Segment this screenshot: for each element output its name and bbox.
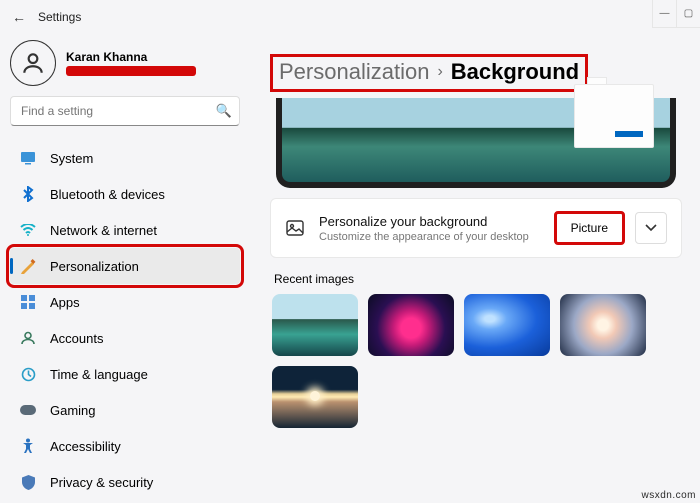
nav-accessibility[interactable]: Accessibility xyxy=(10,428,240,464)
picture-icon xyxy=(285,218,305,238)
apps-icon xyxy=(20,294,36,310)
recent-image-4[interactable] xyxy=(560,294,646,356)
nav-label: Gaming xyxy=(50,403,96,418)
system-icon xyxy=(20,150,36,166)
watermark: wsxdn.com xyxy=(641,490,696,501)
personalize-background-card[interactable]: Personalize your background Customize th… xyxy=(270,198,682,258)
accounts-icon xyxy=(20,330,36,346)
wifi-icon xyxy=(20,222,36,238)
privacy-icon xyxy=(20,474,36,490)
nav-label: Bluetooth & devices xyxy=(50,187,165,202)
nav-gaming[interactable]: Gaming xyxy=(10,392,240,428)
nav-accounts[interactable]: Accounts xyxy=(10,320,240,356)
background-type-value[interactable]: Picture xyxy=(554,211,625,245)
personalization-icon xyxy=(20,258,36,274)
back-button[interactable]: ← xyxy=(0,9,38,25)
breadcrumb-current: Background xyxy=(451,59,579,85)
nav-system[interactable]: System xyxy=(10,140,240,176)
nav-label: Privacy & security xyxy=(50,475,153,490)
chevron-down-icon xyxy=(645,224,657,232)
recent-image-3[interactable] xyxy=(464,294,550,356)
nav-label: Apps xyxy=(50,295,80,310)
nav-label: System xyxy=(50,151,93,166)
nav-label: Accounts xyxy=(50,331,103,346)
background-type-dropdown[interactable] xyxy=(635,212,667,244)
recent-image-5[interactable] xyxy=(272,366,358,428)
desktop-preview xyxy=(276,98,676,188)
accessibility-icon xyxy=(20,438,36,454)
user-email-redacted xyxy=(66,66,196,76)
user-profile[interactable]: Karan Khanna xyxy=(10,40,240,86)
window-title: Settings xyxy=(38,10,81,24)
time-icon xyxy=(20,366,36,382)
nav-label: Network & internet xyxy=(50,223,157,238)
nav-label: Time & language xyxy=(50,367,148,382)
chevron-right-icon: › xyxy=(437,63,442,81)
gaming-icon xyxy=(20,402,36,418)
nav-label: Personalization xyxy=(50,259,139,274)
search-icon: 🔍 xyxy=(216,103,232,119)
minimize-button[interactable]: — xyxy=(652,0,676,28)
recent-image-1[interactable] xyxy=(272,294,358,356)
maximize-button[interactable]: ▢ xyxy=(676,0,700,28)
breadcrumb-parent[interactable]: Personalization xyxy=(279,59,429,85)
nav-network[interactable]: Network & internet xyxy=(10,212,240,248)
recent-images-grid xyxy=(270,294,682,428)
breadcrumb: Personalization › Background xyxy=(270,54,588,92)
nav-apps[interactable]: Apps xyxy=(10,284,240,320)
nav-privacy[interactable]: Privacy & security xyxy=(10,464,240,500)
search-input[interactable] xyxy=(10,96,240,126)
nav-time[interactable]: Time & language xyxy=(10,356,240,392)
card-subtitle: Customize the appearance of your desktop xyxy=(319,231,554,243)
avatar xyxy=(10,40,56,86)
card-title: Personalize your background xyxy=(319,214,554,229)
user-name: Karan Khanna xyxy=(66,50,196,64)
nav-personalization[interactable]: Personalization xyxy=(10,248,240,284)
recent-images-label: Recent images xyxy=(274,272,682,286)
recent-image-2[interactable] xyxy=(368,294,454,356)
nav-bluetooth[interactable]: Bluetooth & devices xyxy=(10,176,240,212)
bluetooth-icon xyxy=(20,186,36,202)
nav-label: Accessibility xyxy=(50,439,121,454)
